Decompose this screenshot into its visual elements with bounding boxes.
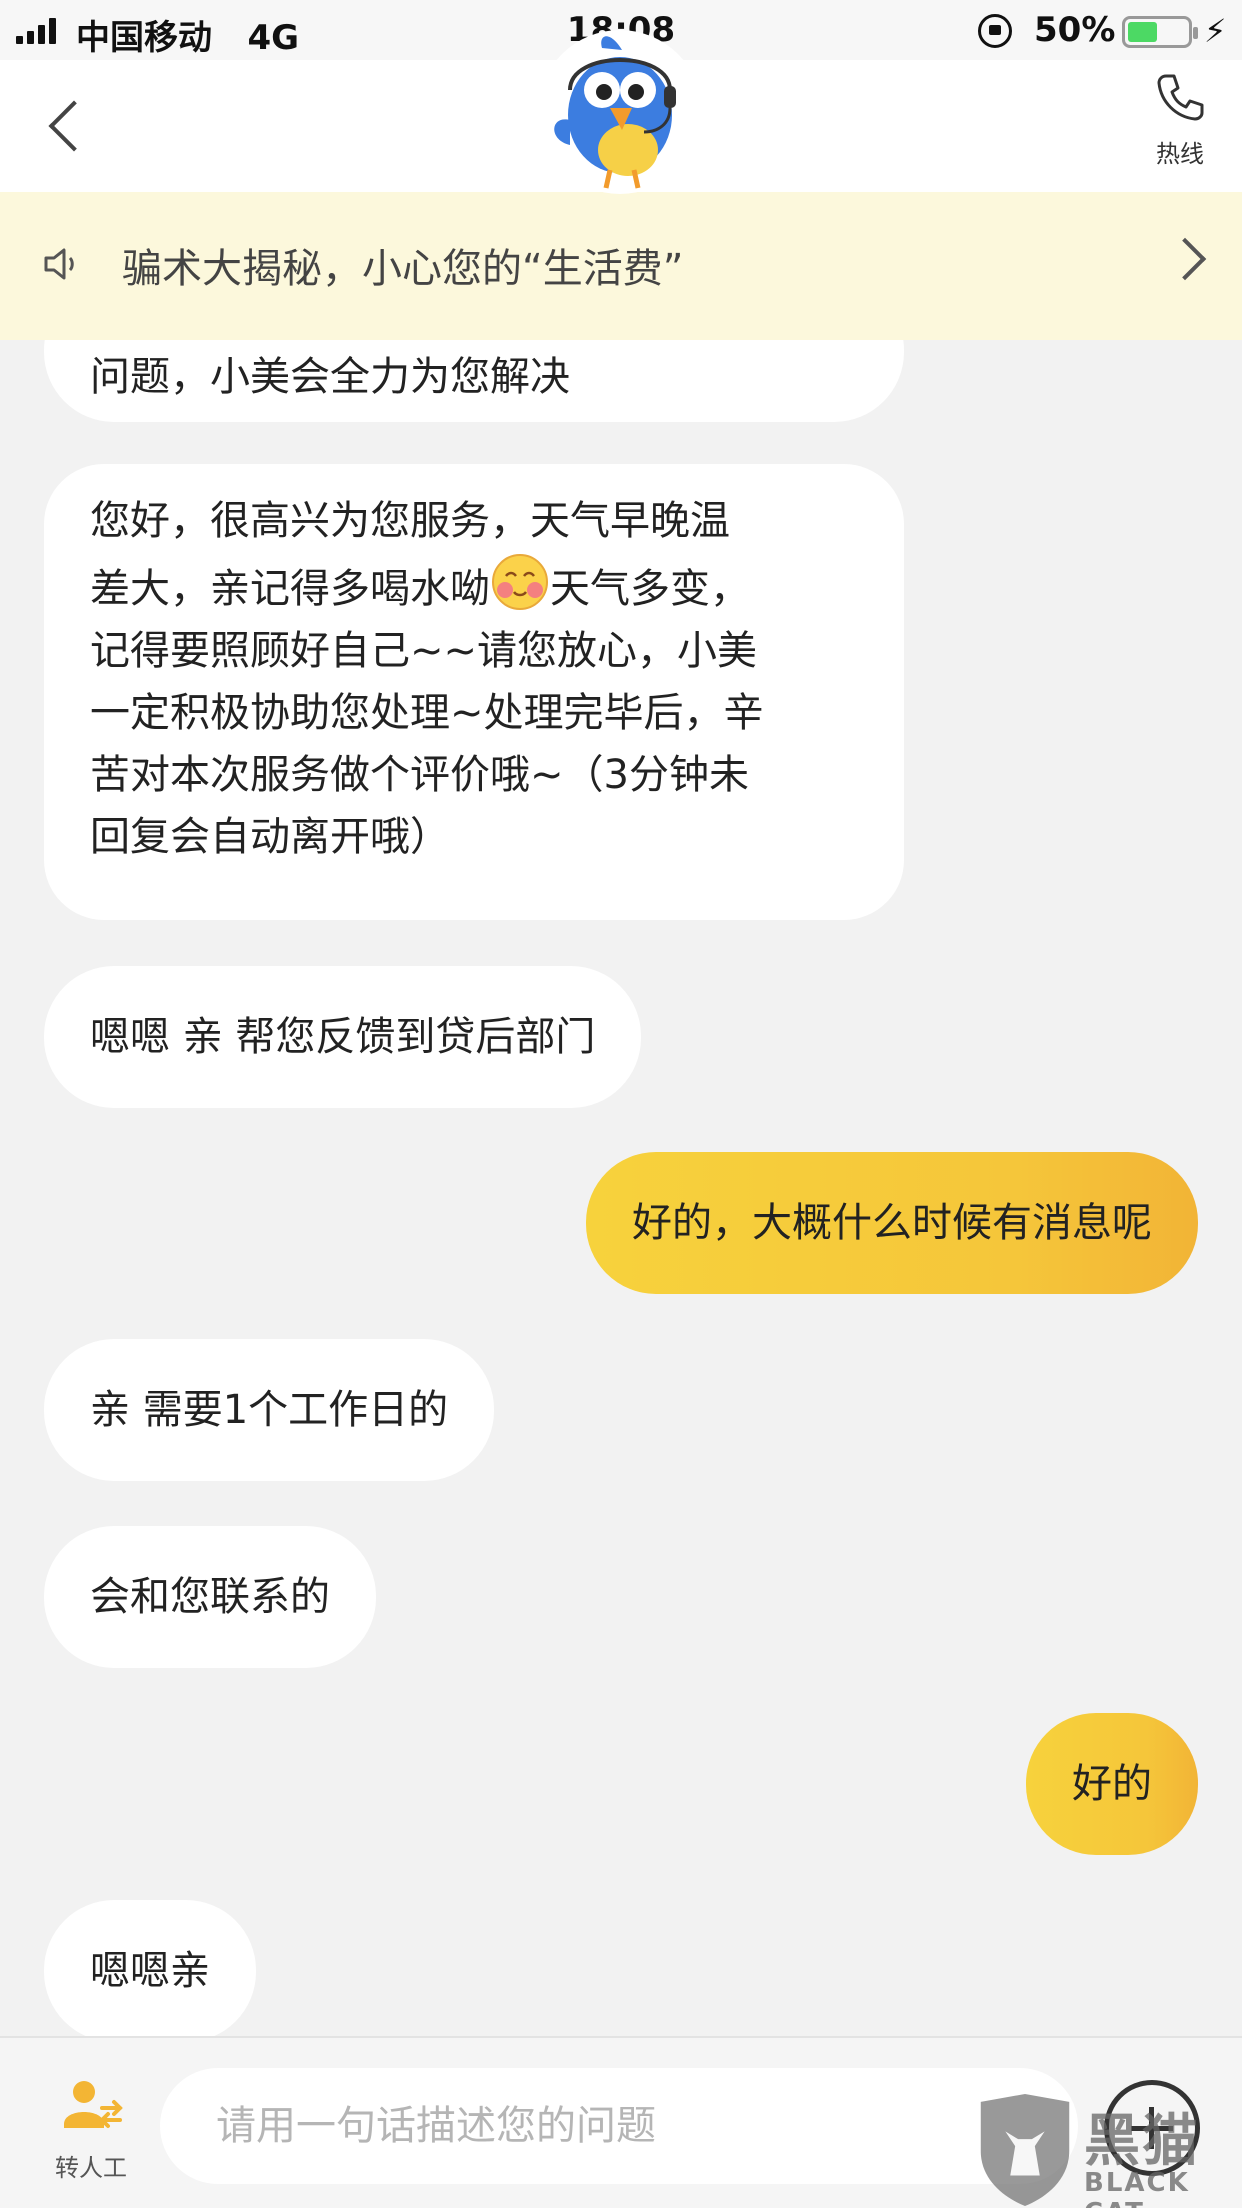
blushing-emoji-icon <box>492 554 548 610</box>
message-bubble-agent: 嗯嗯 亲 帮您反馈到贷后部门 <box>44 966 642 1108</box>
message-input[interactable] <box>160 2068 1078 2184</box>
phone-icon <box>1157 74 1204 121</box>
message-text: 一定积极协助您处理~处理完毕后，辛 <box>90 690 764 736</box>
message-text: 会和您联系的 <box>90 1574 330 1620</box>
battery-icon <box>1122 16 1198 48</box>
chevron-right-icon <box>1163 237 1207 281</box>
watermark-en: BLACK CAT <box>1084 2168 1190 2208</box>
rotation-lock-icon <box>978 14 1012 48</box>
message-bubble-agent: 问题，小美会全力为您解决 <box>44 340 904 422</box>
message-text: 记得要照顾好自己~~请您放心，小美 <box>90 628 758 674</box>
back-button[interactable] <box>40 96 100 156</box>
message-text: 嗯嗯亲 <box>90 1948 210 1994</box>
message-bubble-user: 好的，大概什么时候有消息呢 <box>586 1152 1198 1294</box>
hotline-label: 热线 <box>1156 140 1204 168</box>
transfer-agent-icon <box>64 2081 123 2128</box>
message-text: 苦对本次服务做个评价哦~（3分钟未 <box>90 752 749 798</box>
message-bubble-agent: 嗯嗯亲 <box>44 1900 256 2036</box>
cat-shield-logo <box>980 2093 1070 2207</box>
message-text: 亲 需要1个工作日的 <box>90 1387 449 1433</box>
message-text: 回复会自动离开哦） <box>90 814 450 860</box>
message-text: 差大，亲记得多喝水呦 天气多变， <box>90 552 858 620</box>
message-text: 问题，小美会全力为您解决 <box>90 354 570 400</box>
speaker-icon <box>44 248 74 280</box>
mascot-avatar <box>540 30 700 194</box>
chat-area: 问题，小美会全力为您解决 您好，很高兴为您服务，天气早晚温 差大，亲记得多喝水呦… <box>0 340 1242 2036</box>
transfer-to-human-button[interactable]: 转人工 <box>46 2078 136 2183</box>
message-text: 您好，很高兴为您服务，天气早晚温 <box>90 498 730 544</box>
hotline-button[interactable]: 热线 <box>1140 70 1220 169</box>
notice-banner[interactable]: 骗术大揭秘，小心您的“生活费” <box>0 192 1242 340</box>
message-text: 嗯嗯 亲 帮您反馈到贷后部门 <box>90 1014 596 1060</box>
notice-text: 骗术大揭秘，小心您的“生活费” <box>122 246 684 292</box>
message-bubble-user: 好的 <box>1026 1713 1198 1855</box>
message-text: 好的，大概什么时候有消息呢 <box>632 1200 1152 1246</box>
black-cat-watermark: 黑猫 BLACK CAT <box>960 2090 1242 2208</box>
message-bubble-agent: 您好，很高兴为您服务，天气早晚温 差大，亲记得多喝水呦 天气多变， 记得要照顾好自… <box>44 464 904 920</box>
message-text: 好的 <box>1072 1761 1152 1807</box>
battery-fill <box>1128 22 1157 42</box>
message-bubble-agent: 会和您联系的 <box>44 1526 376 1668</box>
message-bubble-agent: 亲 需要1个工作日的 <box>44 1339 495 1481</box>
transfer-label: 转人工 <box>55 2154 127 2182</box>
battery-percent: 50% <box>1034 10 1116 50</box>
charging-icon: ⚡ <box>1204 12 1227 50</box>
watermark-cn: 黑猫 <box>1084 2109 1200 2174</box>
